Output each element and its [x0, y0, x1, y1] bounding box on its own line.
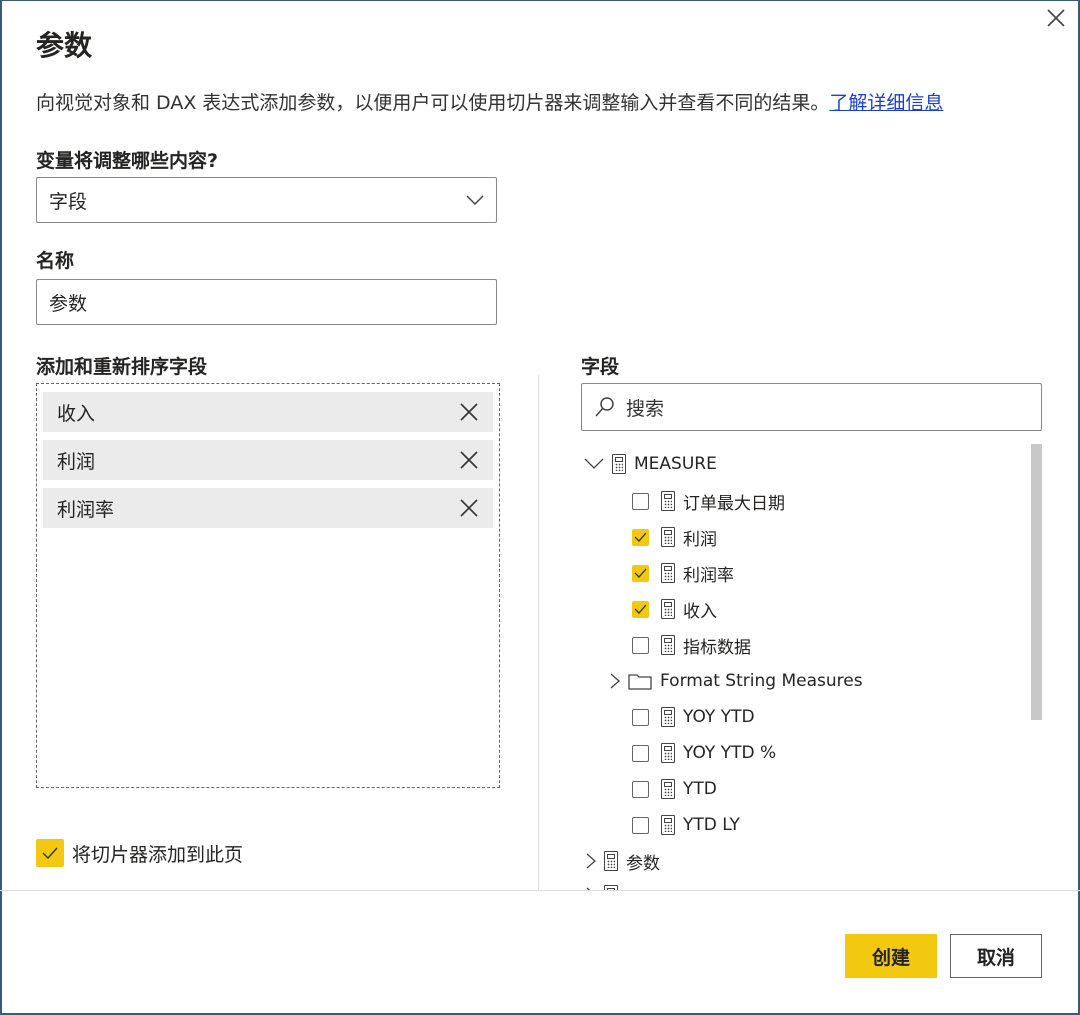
checkbox-checked[interactable]	[632, 564, 649, 582]
measure-icon	[661, 779, 675, 799]
scrollbar[interactable]	[1031, 444, 1042, 720]
order-item-label: 收入	[57, 402, 96, 425]
order-item[interactable]: 收入	[43, 392, 493, 432]
field-label: 指标数据	[683, 637, 751, 658]
chevron-right-icon[interactable]	[586, 853, 596, 869]
measure-icon	[661, 635, 675, 655]
checkbox-unchecked[interactable]	[632, 636, 649, 654]
order-item[interactable]: 利润率	[43, 488, 493, 528]
checkbox-unchecked[interactable]	[632, 816, 649, 834]
field-label: YOY YTD	[683, 707, 755, 727]
order-label: 添加和重新排序字段	[36, 356, 208, 378]
field-label: YTD LY	[683, 815, 740, 835]
remove-icon[interactable]	[459, 402, 479, 422]
field-label: 利润率	[683, 565, 734, 586]
variable-label: 变量将调整哪些内容?	[36, 150, 219, 172]
name-input[interactable]: 参数	[36, 279, 497, 325]
field-item[interactable]: 收入	[632, 594, 717, 624]
chevron-right-icon[interactable]	[610, 673, 620, 689]
remove-icon[interactable]	[459, 450, 479, 470]
tree-group-measure[interactable]: MEASURE	[584, 449, 717, 479]
order-item-label: 利润率	[57, 498, 115, 521]
field-item[interactable]: 利润	[632, 522, 717, 552]
description-text: 向视觉对象和 DAX 表达式添加参数，以便用户可以使用切片器来调整输入并查看不同…	[36, 92, 830, 114]
tree-folder[interactable]: Format String Measures	[610, 666, 863, 696]
group-label: MEASURE	[634, 454, 717, 474]
field-label: YTD	[683, 779, 717, 799]
search-icon	[595, 397, 614, 417]
close-icon[interactable]	[1044, 6, 1068, 30]
chevron-down-icon	[466, 195, 484, 206]
check-icon	[634, 604, 647, 614]
checkbox-checked[interactable]	[632, 600, 649, 618]
field-label: 订单最大日期	[683, 493, 785, 514]
checkbox-unchecked[interactable]	[632, 492, 649, 510]
field-item[interactable]: YTD LY	[632, 810, 740, 840]
create-button[interactable]: 创建	[845, 934, 937, 978]
chevron-down-icon[interactable]	[584, 458, 604, 470]
checkbox-checked[interactable]	[632, 528, 649, 546]
search-placeholder: 搜索	[626, 397, 665, 420]
dialog-title: 参数	[36, 29, 93, 62]
field-item[interactable]: YTD	[632, 774, 717, 804]
measure-icon	[661, 599, 675, 619]
dialog-description: 向视觉对象和 DAX 表达式添加参数，以便用户可以使用切片器来调整输入并查看不同…	[36, 88, 943, 115]
check-icon	[634, 532, 647, 542]
name-label: 名称	[36, 250, 75, 272]
footer-divider	[0, 890, 1080, 891]
field-tree: MEASURE 订单最大日期 利润利润率收入指标数据 YOY YTD YOY YTD …	[580, 444, 1030, 890]
cancel-button[interactable]: 取消	[950, 934, 1042, 978]
measure-icon	[661, 707, 675, 727]
add-slicer-checkbox[interactable]: 将切片器添加到此页	[36, 838, 243, 868]
measure-icon	[661, 563, 675, 583]
search-input[interactable]: 搜索	[581, 383, 1042, 431]
measure-icon	[661, 527, 675, 547]
divider	[538, 375, 539, 890]
measure-icon	[661, 491, 675, 511]
remove-icon[interactable]	[459, 498, 479, 518]
field-item[interactable]: YOY YTD	[632, 702, 755, 732]
checkbox-unchecked[interactable]	[632, 708, 649, 726]
field-item[interactable]: 订单最大日期	[632, 486, 785, 516]
folder-label: Format String Measures	[660, 671, 863, 691]
order-list: 收入 利润 利润率	[36, 383, 500, 788]
add-slicer-label: 将切片器添加到此页	[72, 843, 244, 866]
check-icon	[42, 847, 58, 859]
checkbox-unchecked[interactable]	[632, 744, 649, 762]
field-item[interactable]: YOY YTD %	[632, 738, 776, 768]
measure-icon	[661, 815, 675, 835]
learn-more-link[interactable]: 了解详细信息	[829, 92, 943, 114]
field-label: 收入	[683, 601, 717, 622]
check-icon	[634, 568, 647, 578]
table-label: 参数	[626, 853, 660, 874]
field-item[interactable]: 指标数据	[632, 630, 751, 660]
measure-icon	[661, 743, 675, 763]
order-item-label: 利润	[57, 450, 96, 473]
checkbox-checked[interactable]	[36, 839, 64, 867]
field-label: YOY YTD %	[683, 743, 777, 763]
variable-value: 字段	[49, 190, 88, 213]
field-item[interactable]: 利润率	[632, 558, 734, 588]
table-icon	[604, 851, 618, 871]
order-item[interactable]: 利润	[43, 440, 493, 480]
tree-table-partial[interactable]	[586, 880, 618, 890]
tree-table-parameter[interactable]: 参数	[586, 846, 660, 876]
table-icon	[612, 454, 626, 474]
field-label: 利润	[683, 529, 717, 550]
variable-dropdown[interactable]: 字段	[36, 177, 497, 223]
fields-label: 字段	[581, 356, 620, 378]
checkbox-unchecked[interactable]	[632, 780, 649, 798]
folder-icon	[628, 674, 652, 690]
